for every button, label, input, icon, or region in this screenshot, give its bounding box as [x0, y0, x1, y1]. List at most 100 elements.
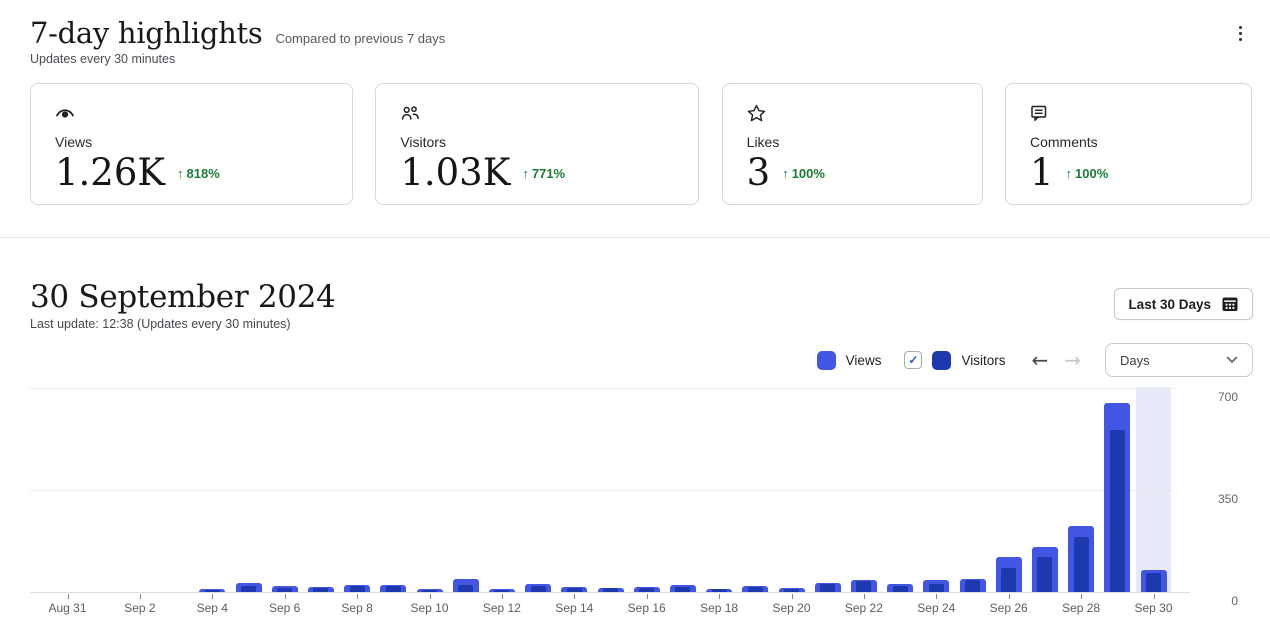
visitors-legend-label: Visitors	[961, 353, 1005, 368]
x-axis-label: Sep 18	[688, 601, 750, 615]
x-axis-tick	[502, 594, 503, 599]
visitors-bar[interactable]	[277, 588, 292, 592]
visitors-bar[interactable]	[241, 586, 256, 592]
gridline-700	[30, 388, 1175, 389]
card-value: 1.03K	[400, 153, 510, 193]
x-axis-tick	[1009, 594, 1010, 599]
next-period-arrow-icon[interactable]: →	[1064, 350, 1081, 370]
chart-controls: Views ✓ Visitors ← → Days	[0, 343, 1270, 377]
interval-select[interactable]: Days	[1105, 343, 1253, 377]
daily-header: 30 September 2024 Last update: 12:38 (Up…	[0, 238, 1270, 331]
y-axis-label: 350	[1198, 492, 1238, 506]
x-axis-label: Sep 26	[978, 601, 1040, 615]
prev-period-arrow-icon[interactable]: ←	[1031, 350, 1048, 370]
x-axis-tick	[864, 594, 865, 599]
card-label: Comments	[1030, 134, 1227, 150]
comment-icon	[1030, 103, 1227, 123]
card-delta: ↑ 771%	[522, 166, 565, 181]
visitors-bar[interactable]	[531, 586, 546, 592]
views-legend-label: Views	[846, 353, 882, 368]
visitors-bar[interactable]	[386, 586, 401, 592]
visitors-icon	[400, 103, 674, 123]
views-swatch	[817, 351, 836, 370]
x-axis-label: Sep 6	[254, 601, 316, 615]
x-axis-label: Sep 22	[833, 601, 895, 615]
kebab-menu-icon[interactable]	[1233, 22, 1247, 44]
x-axis-label: Sep 16	[616, 601, 678, 615]
x-axis-label: Sep 10	[399, 601, 461, 615]
visitors-bar[interactable]	[856, 581, 871, 592]
likes-card: Likes 3 ↑ 100%	[722, 83, 983, 205]
x-axis-tick	[936, 594, 937, 599]
card-delta: ↑ 100%	[1066, 166, 1109, 181]
daily-title: 30 September 2024	[30, 280, 336, 314]
x-axis-tick	[68, 594, 69, 599]
date-range-button[interactable]: Last 30 Days	[1114, 288, 1253, 320]
visitors-bar[interactable]	[313, 588, 328, 592]
visitors-bar[interactable]	[603, 588, 618, 592]
visitors-bar[interactable]	[675, 587, 690, 592]
card-label: Visitors	[400, 134, 674, 150]
x-axis-tick	[1154, 594, 1155, 599]
x-axis-tick	[430, 594, 431, 599]
x-axis-tick	[357, 594, 358, 599]
star-icon	[747, 103, 958, 123]
highlights-header: 7-day highlights Compared to previous 7 …	[0, 0, 1270, 66]
y-axis-label: 0	[1198, 594, 1238, 608]
visitors-bar[interactable]	[350, 586, 365, 592]
visitors-swatch	[932, 351, 951, 370]
x-axis-tick	[792, 594, 793, 599]
daily-last-update: Last update: 12:38 (Updates every 30 min…	[30, 317, 336, 331]
visitors-bar[interactable]	[1146, 573, 1161, 592]
x-axis-label: Sep 12	[471, 601, 533, 615]
visitors-bar[interactable]	[458, 585, 473, 592]
x-axis-tick	[574, 594, 575, 599]
x-axis-label: Sep 30	[1123, 601, 1185, 615]
visitors-bar[interactable]	[639, 588, 654, 592]
visitors-bar[interactable]	[567, 588, 582, 592]
card-delta: ↑ 100%	[782, 166, 825, 181]
x-axis-label: Aug 31	[37, 601, 99, 615]
visitors-bar[interactable]	[784, 589, 799, 592]
x-axis-tick	[285, 594, 286, 599]
x-axis-tick	[719, 594, 720, 599]
x-axis-tick	[212, 594, 213, 599]
visitors-bar[interactable]	[1110, 430, 1125, 592]
visitors-bar[interactable]	[965, 580, 980, 592]
up-arrow-icon: ↑	[1066, 166, 1073, 181]
x-axis-label: Sep 2	[109, 601, 171, 615]
y-axis-label: 700	[1198, 390, 1238, 404]
visitors-bar[interactable]	[1074, 537, 1089, 592]
comments-card: Comments 1 ↑ 100%	[1005, 83, 1252, 205]
x-axis-tick	[140, 594, 141, 599]
visitors-bar[interactable]	[820, 584, 835, 592]
legend-item-visitors[interactable]: ✓ Visitors	[904, 351, 1005, 370]
visitors-bar[interactable]	[494, 590, 509, 592]
visitors-card: Visitors 1.03K ↑ 771%	[375, 83, 699, 205]
x-axis-label: Sep 28	[1050, 601, 1112, 615]
visitors-bar[interactable]	[712, 589, 727, 592]
visitors-bar[interactable]	[205, 590, 220, 592]
visitors-bar[interactable]	[893, 586, 908, 592]
x-axis-label: Sep 4	[181, 601, 243, 615]
x-axis-tick	[1081, 594, 1082, 599]
legend-item-views[interactable]: Views	[817, 351, 882, 370]
visitors-bar[interactable]	[1001, 568, 1016, 592]
gridline-350	[30, 490, 1175, 491]
visitors-bar[interactable]	[748, 587, 763, 592]
update-note: Updates every 30 minutes	[30, 52, 1240, 66]
analytics-dashboard: { "highlights": { "title": "7-day highli…	[0, 0, 1270, 635]
visitors-bar[interactable]	[929, 584, 944, 592]
chevron-down-icon	[1226, 356, 1238, 364]
up-arrow-icon: ↑	[177, 166, 184, 181]
visitors-bar[interactable]	[422, 590, 437, 592]
stat-cards-row: Views 1.26K ↑ 818% Visitors 1.03K ↑ 771%	[0, 83, 1270, 205]
card-value: 1.26K	[55, 153, 165, 193]
visitors-bar[interactable]	[1037, 557, 1052, 592]
up-arrow-icon: ↑	[782, 166, 789, 181]
card-label: Likes	[747, 134, 958, 150]
card-value: 1	[1030, 153, 1054, 193]
visitors-checkbox[interactable]: ✓	[904, 351, 922, 369]
gridline-0	[30, 592, 1190, 593]
compare-note: Compared to previous 7 days	[275, 31, 445, 46]
